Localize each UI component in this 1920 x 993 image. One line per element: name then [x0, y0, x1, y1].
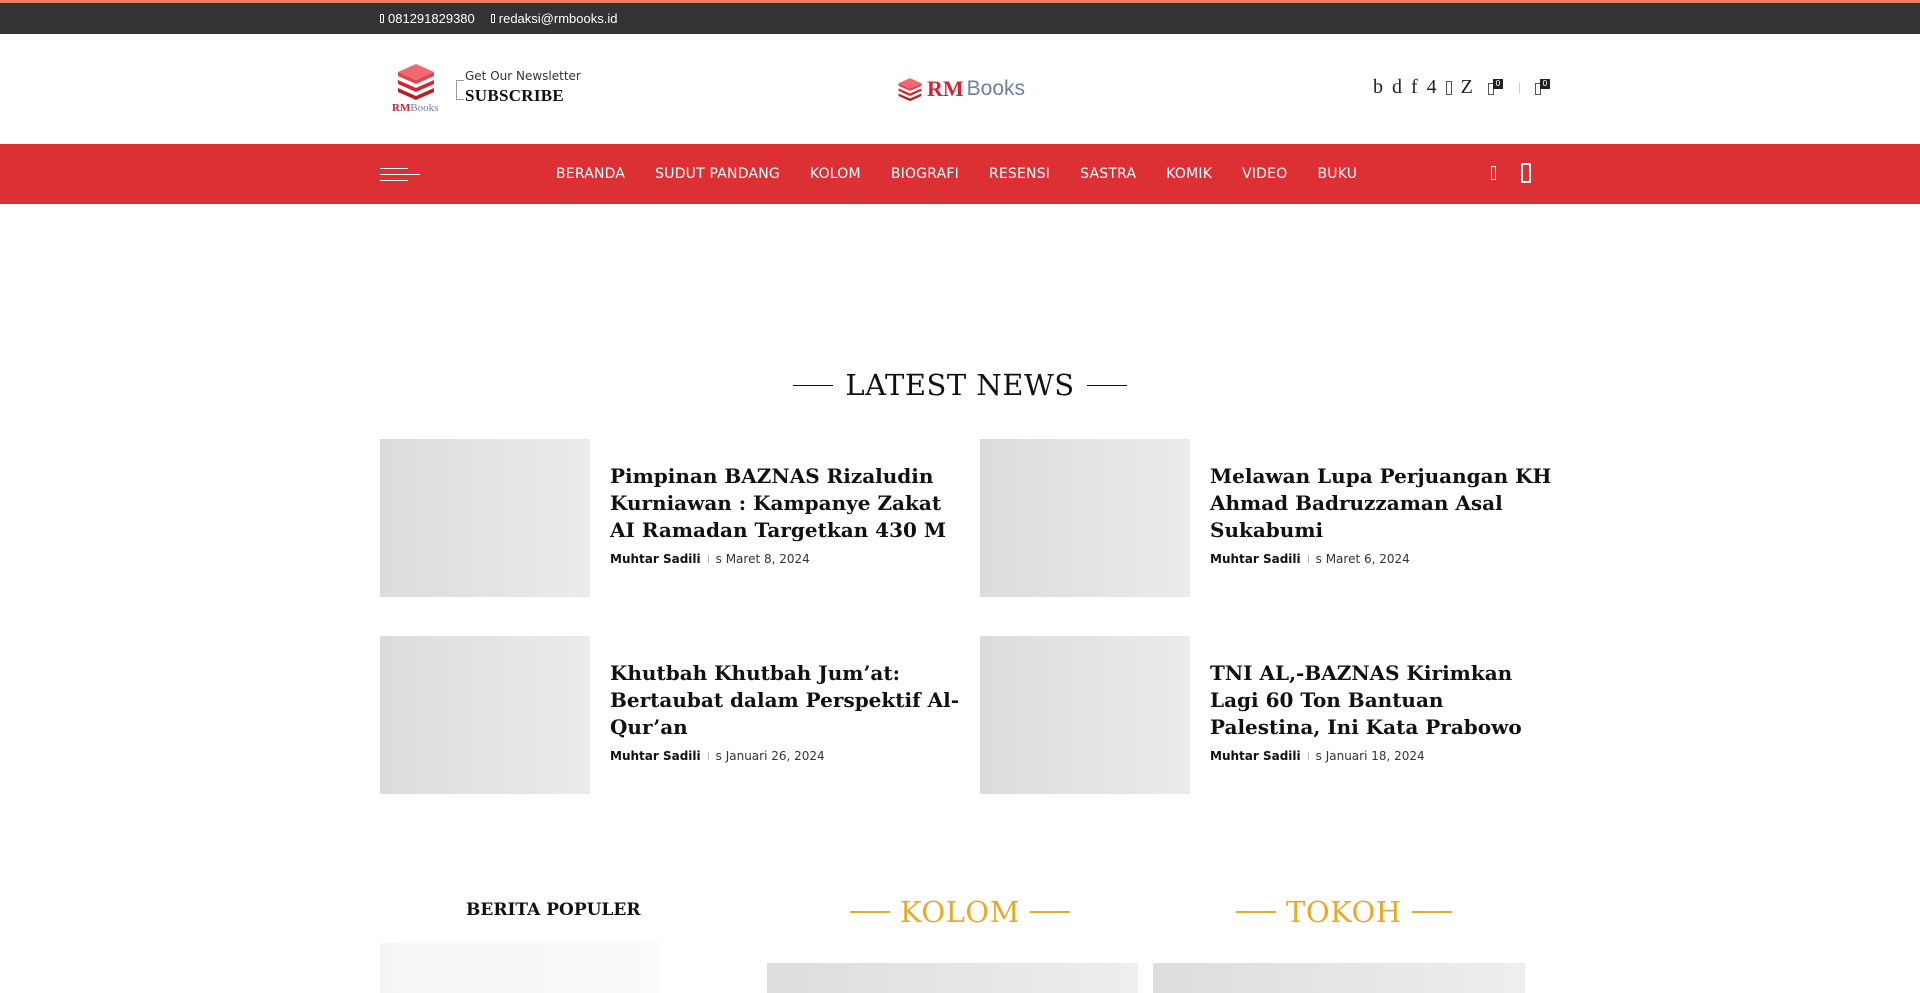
books-logo-icon: [398, 64, 434, 100]
subscribe-link[interactable]: SUBSCRIBE: [465, 86, 581, 106]
news-date: s Maret 8, 2024: [715, 552, 810, 566]
small-logo-rm: RM: [392, 102, 411, 114]
nav-item-beranda[interactable]: BERANDA: [556, 166, 625, 182]
small-logo-books: Books: [410, 102, 439, 114]
news-author[interactable]: Muhtar Sadili: [610, 552, 701, 566]
news-date: s Maret 6, 2024: [1315, 552, 1410, 566]
news-title[interactable]: Pimpinan BAZNAS Rizaludin Kurniawan : Ka…: [610, 463, 960, 544]
social-icon-4[interactable]: 4: [1427, 76, 1437, 99]
social-icon-box[interactable]: [1445, 80, 1452, 95]
social-icon-z[interactable]: Z: [1461, 76, 1473, 99]
heading-line-left: [850, 911, 890, 913]
news-thumbnail[interactable]: [980, 439, 1190, 597]
main-nav: BERANDA SUDUT PANDANG KOLOM BIOGRAFI RES…: [0, 144, 1920, 204]
small-logo[interactable]: RMBooks: [390, 60, 444, 116]
news-author[interactable]: Muhtar Sadili: [1210, 552, 1301, 566]
contact-email[interactable]: redaksi@rmbooks.id: [490, 11, 618, 26]
heading-line-right: [1029, 911, 1070, 913]
social-icon-d[interactable]: d: [1392, 76, 1402, 99]
heading-line-left: [1236, 911, 1276, 913]
phone-icon: [380, 14, 384, 23]
newsletter-label: Get Our Newsletter: [465, 69, 581, 83]
wishlist-count: 0: [1492, 78, 1503, 89]
tokoh-title: TOKOH: [1286, 895, 1402, 929]
newsletter-bracket: [456, 80, 464, 100]
nav-item-biografi[interactable]: BIOGRAFI: [891, 166, 959, 182]
main-logo-books: Books: [966, 77, 1026, 100]
news-card[interactable]: Khutbah Khutbah Jum’at: Bertaubat dalam …: [380, 636, 960, 794]
news-date: s Januari 18, 2024: [1315, 749, 1425, 763]
social-icon-b[interactable]: b: [1373, 76, 1383, 99]
newsletter-subscribe[interactable]: Get Our Newsletter SUBSCRIBE: [465, 69, 581, 106]
news-author[interactable]: Muhtar Sadili: [1210, 749, 1301, 763]
header-divider: [1518, 81, 1520, 94]
nav-item-komik[interactable]: KOMIK: [1166, 166, 1212, 182]
news-card[interactable]: Pimpinan BAZNAS Rizaludin Kurniawan : Ka…: [380, 439, 960, 597]
nav-item-resensi[interactable]: RESENSI: [989, 166, 1050, 182]
hamburger-menu-icon[interactable]: [380, 167, 420, 181]
social-links: b d f 4 Z 0 0: [1373, 76, 1550, 99]
email-icon: [490, 14, 495, 23]
contact-phone[interactable]: 081291829380: [380, 11, 475, 26]
tokoh-heading: TOKOH: [1236, 895, 1452, 929]
news-date: s Januari 26, 2024: [715, 749, 825, 763]
meta-divider: [1307, 555, 1309, 563]
cart-button[interactable]: 0: [1534, 78, 1550, 97]
wishlist-button[interactable]: 0: [1487, 78, 1503, 97]
heading-line-right: [1411, 911, 1452, 913]
news-title[interactable]: Melawan Lupa Perjuangan KH Ahmad Badruzz…: [1210, 463, 1560, 544]
heading-line-right: [1086, 384, 1127, 386]
news-meta: Muhtar Sadili s Maret 8, 2024: [610, 552, 810, 566]
news-meta: Muhtar Sadili s Maret 6, 2024: [1210, 552, 1410, 566]
meta-divider: [707, 752, 709, 760]
news-card[interactable]: Melawan Lupa Perjuangan KH Ahmad Badruzz…: [980, 439, 1560, 597]
news-thumbnail[interactable]: [980, 636, 1190, 794]
kolom-title: KOLOM: [900, 895, 1020, 929]
news-author[interactable]: Muhtar Sadili: [610, 749, 701, 763]
nav-item-kolom[interactable]: KOLOM: [810, 166, 861, 182]
nav-item-video[interactable]: VIDEO: [1242, 166, 1287, 182]
main-logo-rm: RM: [927, 76, 964, 101]
heading-line-left: [793, 384, 834, 386]
news-meta: Muhtar Sadili s Januari 26, 2024: [610, 749, 825, 763]
news-title[interactable]: TNI AL,-BAZNAS Kirimkan Lagi 60 Ton Bant…: [1210, 660, 1560, 741]
news-card[interactable]: TNI AL,-BAZNAS Kirimkan Lagi 60 Ton Bant…: [980, 636, 1560, 794]
populer-thumbnail[interactable]: [380, 943, 660, 993]
berita-populer-heading: BERITA POPULER: [466, 900, 641, 920]
news-thumbnail[interactable]: [380, 636, 590, 794]
top-bar: 081291829380 redaksi@rmbooks.id: [0, 0, 1920, 34]
news-meta: Muhtar Sadili s Januari 18, 2024: [1210, 749, 1425, 763]
latest-news-title: LATEST NEWS: [845, 368, 1075, 402]
user-icon[interactable]: [1521, 163, 1531, 183]
nav-item-sastra[interactable]: SASTRA: [1080, 166, 1136, 182]
kolom-thumbnail[interactable]: [767, 963, 1138, 993]
meta-divider: [707, 555, 709, 563]
kolom-heading: KOLOM: [850, 895, 1070, 929]
books-logo-icon: [898, 78, 922, 102]
meta-divider: [1307, 752, 1309, 760]
nav-menu: BERANDA SUDUT PANDANG KOLOM BIOGRAFI RES…: [556, 144, 1357, 204]
nav-item-buku[interactable]: BUKU: [1317, 166, 1357, 182]
social-icon-f[interactable]: f: [1411, 76, 1418, 99]
tokoh-thumbnail[interactable]: [1153, 963, 1525, 993]
latest-news-heading: LATEST NEWS: [0, 368, 1920, 402]
email-text: redaksi@rmbooks.id: [498, 11, 618, 26]
phone-text: 081291829380: [388, 11, 475, 26]
main-logo[interactable]: RM Books: [896, 74, 1025, 104]
news-thumbnail[interactable]: [380, 439, 590, 597]
nav-item-sudut-pandang[interactable]: SUDUT PANDANG: [655, 166, 780, 182]
search-icon[interactable]: [1491, 166, 1496, 180]
cart-count: 0: [1539, 78, 1550, 89]
news-title[interactable]: Khutbah Khutbah Jum’at: Bertaubat dalam …: [610, 660, 960, 741]
